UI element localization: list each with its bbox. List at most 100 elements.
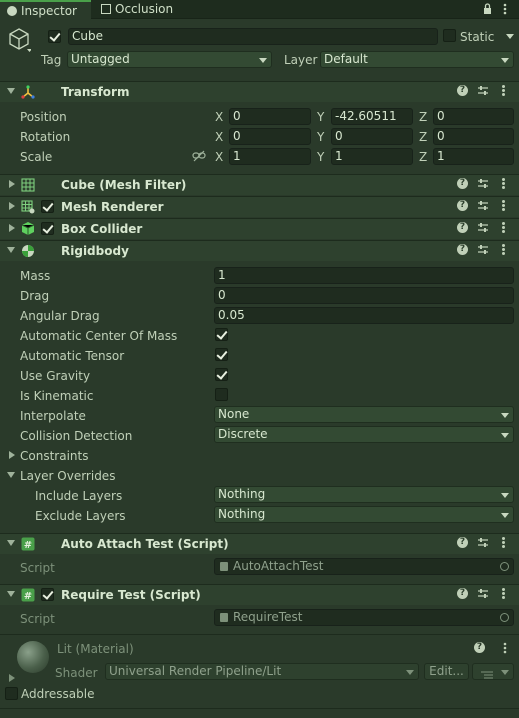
- axis-z-label: Z: [419, 130, 428, 144]
- constraints-label[interactable]: Constraints: [20, 449, 88, 463]
- position-y-input[interactable]: -42.60511: [331, 108, 413, 125]
- chevron-down-icon: [259, 58, 267, 63]
- position-x-input[interactable]: 0: [229, 108, 311, 125]
- lock-icon[interactable]: [483, 3, 492, 14]
- require-test-enabled-checkbox[interactable]: [41, 588, 54, 601]
- require-test-script-field[interactable]: RequireTest: [214, 609, 514, 626]
- rigidbody-header[interactable]: Rigidbody ?: [0, 240, 519, 261]
- static-checkbox[interactable]: [443, 29, 456, 42]
- presets-icon[interactable]: [477, 200, 489, 212]
- material-preview-icon[interactable]: [17, 641, 49, 673]
- transform-header[interactable]: Transform ?: [0, 81, 519, 102]
- context-menu-icon[interactable]: [501, 244, 505, 256]
- layer-overrides-label[interactable]: Layer Overrides: [20, 469, 115, 483]
- box-collider-header[interactable]: Box Collider ?: [0, 218, 519, 239]
- scale-z-input[interactable]: 1: [433, 148, 514, 165]
- foldout-arrow-icon[interactable]: [7, 88, 15, 94]
- collision-detection-dropdown[interactable]: Discrete: [214, 426, 514, 443]
- exclude-layers-dropdown[interactable]: Nothing: [214, 506, 514, 523]
- shader-value: Universal Render Pipeline/Lit: [109, 664, 282, 678]
- scale-y-input[interactable]: 1: [331, 148, 413, 165]
- foldout-arrow-icon[interactable]: [9, 202, 15, 210]
- scale-link-icon[interactable]: [192, 150, 206, 162]
- rotation-z-input[interactable]: 0: [433, 128, 514, 145]
- mesh-renderer-header[interactable]: Mesh Renderer ?: [0, 196, 519, 217]
- tag-dropdown[interactable]: Untagged: [67, 51, 272, 68]
- object-picker-icon[interactable]: [500, 562, 509, 571]
- context-menu-icon[interactable]: [503, 642, 507, 654]
- mass-input[interactable]: 1: [214, 267, 514, 284]
- help-icon[interactable]: ?: [457, 200, 468, 211]
- object-active-checkbox[interactable]: [48, 30, 61, 43]
- presets-icon[interactable]: [477, 85, 489, 97]
- cube-object-icon[interactable]: [7, 27, 32, 53]
- include-layers-dropdown[interactable]: Nothing: [214, 486, 514, 503]
- presets-icon[interactable]: [477, 537, 489, 549]
- context-menu-icon[interactable]: [501, 178, 505, 190]
- auto-attach-test-header[interactable]: # Auto Attach Test (Script) ?: [0, 533, 519, 554]
- position-z-input[interactable]: 0: [433, 108, 514, 125]
- box-collider-enabled-checkbox[interactable]: [41, 222, 54, 235]
- help-icon[interactable]: ?: [457, 178, 468, 189]
- presets-icon[interactable]: [477, 244, 489, 256]
- svg-text:#: #: [24, 540, 32, 551]
- object-picker-icon[interactable]: [500, 613, 509, 622]
- shader-edit-button[interactable]: Edit...: [424, 663, 469, 680]
- is-kinematic-checkbox[interactable]: [215, 388, 228, 401]
- tab-bar: Inspector Occlusion: [0, 0, 519, 19]
- drag-input[interactable]: 0: [214, 287, 514, 304]
- auto-center-of-mass-label: Automatic Center Of Mass: [20, 329, 178, 343]
- context-menu-icon[interactable]: [501, 200, 505, 212]
- component-actions: ?: [457, 200, 511, 214]
- rotation-y-input[interactable]: 0: [331, 128, 413, 145]
- layer-overrides-foldout-icon[interactable]: [7, 472, 15, 478]
- constraints-foldout-icon[interactable]: [9, 451, 15, 459]
- context-menu-icon[interactable]: [501, 537, 505, 549]
- drag-label: Drag: [20, 289, 50, 303]
- help-icon[interactable]: ?: [457, 85, 468, 96]
- script-label: Script: [20, 561, 55, 575]
- tab-occlusion[interactable]: Occlusion: [101, 0, 201, 19]
- require-test-header[interactable]: # Require Test (Script) ?: [0, 584, 519, 605]
- material-foldout-icon[interactable]: [9, 674, 15, 682]
- help-icon[interactable]: ?: [457, 244, 468, 255]
- rotation-x-input[interactable]: 0: [229, 128, 311, 145]
- help-icon[interactable]: ?: [457, 537, 468, 548]
- foldout-arrow-icon[interactable]: [9, 224, 15, 232]
- mesh-filter-title: Cube (Mesh Filter): [61, 178, 187, 192]
- tab-menu-icon[interactable]: [503, 3, 507, 15]
- interpolate-dropdown[interactable]: None: [214, 406, 514, 423]
- foldout-arrow-icon[interactable]: [7, 591, 15, 597]
- scale-x-input[interactable]: 1: [229, 148, 311, 165]
- context-menu-icon[interactable]: [501, 222, 505, 234]
- mesh-filter-icon: [21, 178, 35, 192]
- use-gravity-label: Use Gravity: [20, 369, 91, 383]
- help-icon[interactable]: ?: [457, 222, 468, 233]
- use-gravity-checkbox[interactable]: [215, 368, 228, 381]
- layer-dropdown[interactable]: Default: [320, 51, 514, 68]
- help-icon[interactable]: ?: [457, 588, 468, 599]
- auto-tensor-checkbox[interactable]: [215, 348, 228, 361]
- shader-options-dropdown[interactable]: [472, 663, 514, 680]
- presets-icon[interactable]: [477, 222, 489, 234]
- static-dropdown-icon[interactable]: [506, 34, 514, 39]
- context-menu-icon[interactable]: [501, 588, 505, 600]
- angular-drag-input[interactable]: 0.05: [214, 307, 514, 324]
- shader-dropdown[interactable]: Universal Render Pipeline/Lit: [105, 663, 419, 680]
- mesh-filter-header[interactable]: Cube (Mesh Filter) ?: [0, 174, 519, 195]
- mesh-renderer-enabled-checkbox[interactable]: [41, 200, 54, 213]
- presets-icon[interactable]: [477, 178, 489, 190]
- auto-center-of-mass-checkbox[interactable]: [215, 328, 228, 341]
- addressable-checkbox[interactable]: [5, 687, 18, 700]
- foldout-arrow-icon[interactable]: [7, 540, 15, 546]
- context-menu-icon[interactable]: [501, 85, 505, 97]
- transform-title: Transform: [61, 85, 130, 99]
- help-icon[interactable]: ?: [474, 642, 485, 653]
- presets-icon[interactable]: [477, 588, 489, 600]
- object-name-input[interactable]: Cube: [68, 28, 438, 45]
- auto-attach-script-field[interactable]: AutoAttachTest: [214, 558, 514, 575]
- foldout-arrow-icon[interactable]: [7, 247, 15, 253]
- script-file-icon: [220, 613, 228, 622]
- foldout-arrow-icon[interactable]: [9, 180, 15, 188]
- tab-inspector[interactable]: Inspector: [0, 0, 91, 19]
